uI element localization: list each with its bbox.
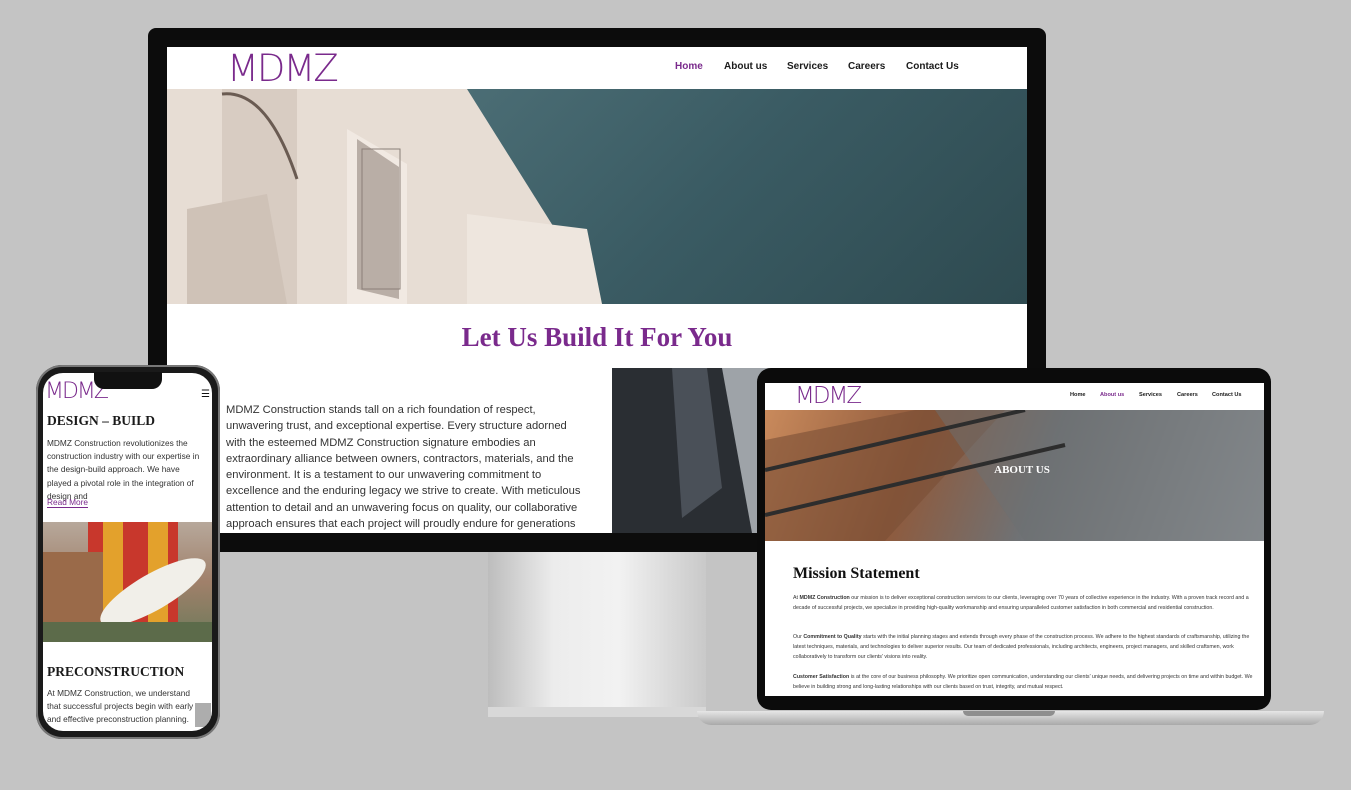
desktop-headline: Let Us Build It For You xyxy=(461,322,733,352)
hamburger-menu-icon[interactable]: ☰ xyxy=(201,389,210,400)
desktop-nav-contact[interactable]: Contact Us xyxy=(906,61,959,72)
phone-design-build-text: MDMZ Construction revolutionizes the con… xyxy=(47,438,200,501)
laptop-notch xyxy=(963,711,1055,716)
phone-notch xyxy=(94,372,162,389)
desktop-nav-careers[interactable]: Careers xyxy=(848,61,885,72)
laptop-paragraph-1: At MDMZ Construction our mission is to d… xyxy=(793,595,1249,611)
laptop-hero-image: ABOUT US xyxy=(765,410,1264,541)
laptop-nav-contact[interactable]: Contact Us xyxy=(1212,392,1242,398)
laptop-screen: MDMZ Home About us Services Careers Cont… xyxy=(765,383,1264,696)
laptop-navbar: MDMZ Home About us Services Careers Cont… xyxy=(765,383,1264,410)
laptop-nav-home[interactable]: Home xyxy=(1070,392,1086,398)
desktop-navbar: MDMZ Home About us Services Careers Cont… xyxy=(167,47,1027,89)
monitor-stand xyxy=(488,552,706,717)
phone-preconstruction-title: PRECONSTRUCTION xyxy=(47,664,185,679)
laptop-hero-title: ABOUT US xyxy=(994,464,1050,476)
phone-preconstruction-text: At MDMZ Construction, we understand that… xyxy=(47,688,194,731)
monitor-stand-base xyxy=(488,707,706,717)
read-more-link[interactable]: Read More xyxy=(47,497,89,508)
laptop-paragraph-2: Our Commitment to Quality starts with th… xyxy=(793,634,1250,660)
desktop-logo[interactable]: MDMZ xyxy=(227,50,339,87)
building-illustration xyxy=(167,89,602,304)
scroll-to-top-button[interactable] xyxy=(195,703,211,727)
desktop-hero-image xyxy=(167,89,1027,304)
desktop-intro-paragraph: MDMZ Construction stands tall on a rich … xyxy=(226,404,581,531)
laptop-logo[interactable]: MDMZ xyxy=(795,385,862,408)
laptop-mission-heading: Mission Statement xyxy=(793,565,920,582)
laptop-nav-services[interactable]: Services xyxy=(1139,392,1162,398)
desktop-nav-services[interactable]: Services xyxy=(787,61,828,72)
desktop-nav-home[interactable]: Home xyxy=(675,61,703,72)
phone-worker-photo xyxy=(43,522,212,642)
laptop-nav-careers[interactable]: Careers xyxy=(1177,392,1198,398)
desktop-nav-about[interactable]: About us xyxy=(724,61,767,72)
phone-design-build-title: DESIGN – BUILD xyxy=(47,413,156,428)
phone-screen: MDMZ ☰ DESIGN – BUILD MDMZ Construction … xyxy=(43,373,212,731)
laptop-paragraph-3: Customer Satisfaction is at the core of … xyxy=(793,674,1253,690)
laptop-nav-about[interactable]: About us xyxy=(1100,392,1124,398)
